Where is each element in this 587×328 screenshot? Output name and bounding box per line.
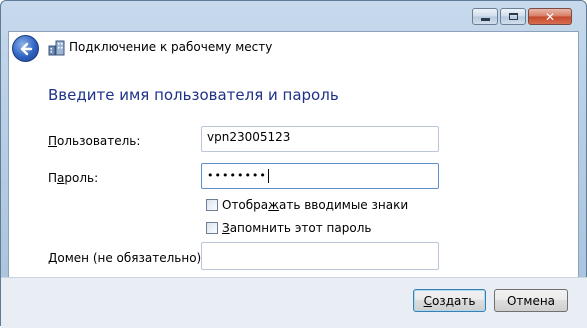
username-label: Пользователь: [48,134,141,148]
password-field[interactable]: •••••••• [201,163,439,189]
show-characters-label: Отображать вводимые знаки [222,198,409,212]
maximize-button[interactable] [500,8,526,25]
remember-password-label: Запомнить этот пароль [222,221,372,235]
back-arrow-icon [20,42,32,55]
domain-field[interactable] [201,242,439,270]
remember-password-checkbox[interactable] [206,222,218,234]
page-heading: Введите имя пользователя и пароль [48,86,339,104]
cancel-button-label: Отмена [506,293,556,308]
wizard-header: Подключение к рабочему месту [9,32,578,64]
caption-buttons: ✕ [472,8,572,25]
dialog-window: ✕ Подключение к рабочему месту Введите и… [0,0,587,328]
minimize-icon [480,18,490,21]
cancel-button[interactable]: Отмена [494,289,568,312]
minimize-button[interactable] [472,8,498,25]
close-button[interactable]: ✕ [528,8,572,25]
wizard-content: Подключение к рабочему месту Введите имя… [8,31,579,312]
close-icon: ✕ [544,9,556,24]
password-label: Пароль: [48,171,99,185]
title-bar[interactable]: ✕ [1,1,586,31]
maximize-icon [508,13,518,20]
network-workplace-icon [47,38,67,58]
show-characters-option[interactable]: Отображать вводимые знаки [206,198,408,212]
username-value: vpn23005123 [207,130,291,144]
wizard-title: Подключение к рабочему месту [69,40,273,54]
text-caret [267,168,269,183]
back-button[interactable] [12,35,39,62]
domain-label: Домен (не обязательно): [48,251,206,265]
dialog-footer: Создать Отмена [1,277,587,328]
create-button[interactable]: Создать [413,289,486,312]
create-button-label: Создать [423,293,476,308]
show-characters-checkbox[interactable] [206,199,218,211]
password-value: •••••••• [207,169,267,182]
username-field[interactable]: vpn23005123 [201,126,439,152]
remember-password-option[interactable]: Запомнить этот пароль [206,221,371,235]
